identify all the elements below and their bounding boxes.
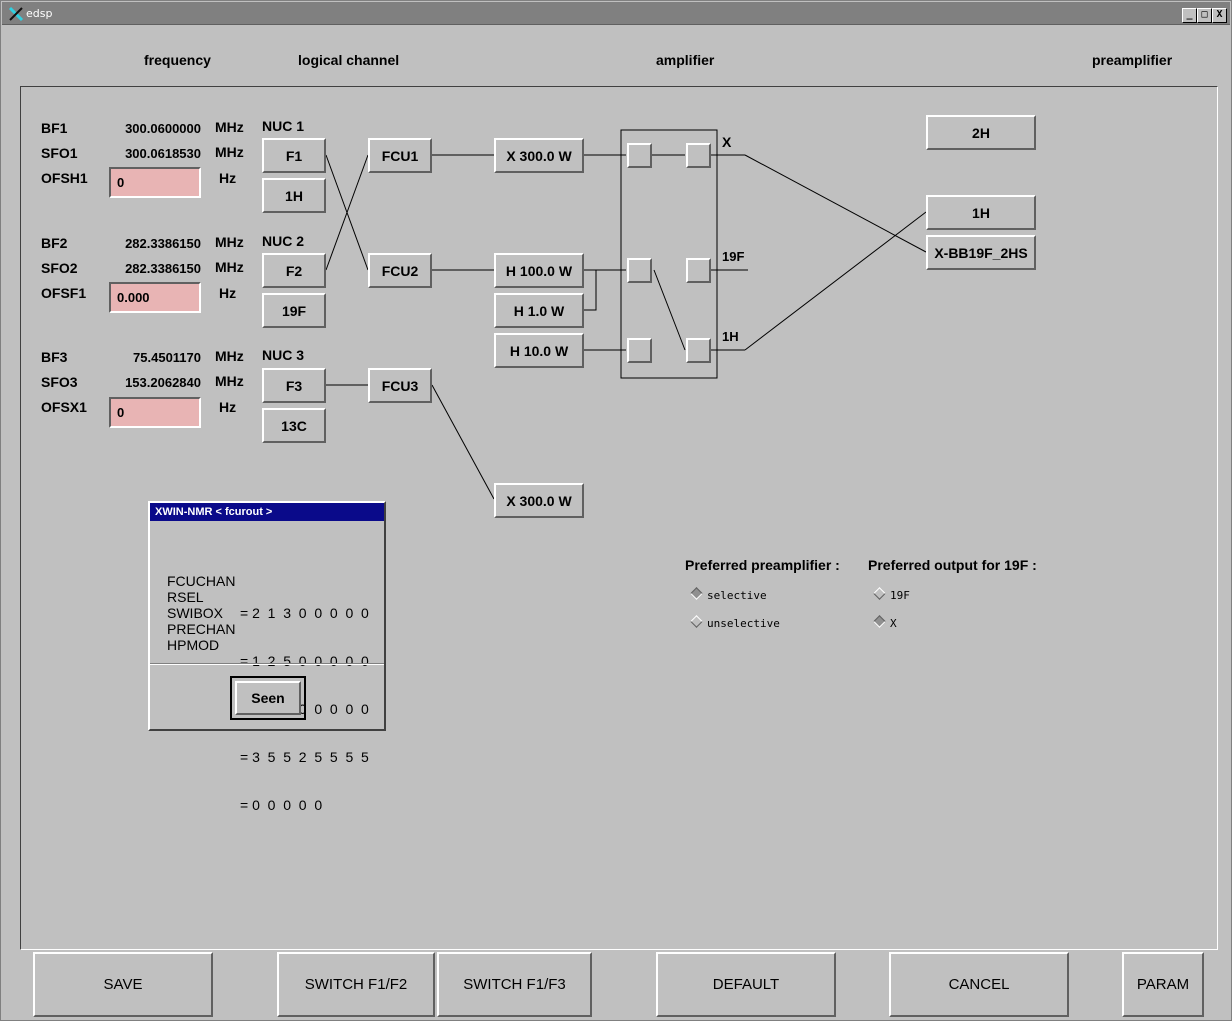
ofsf1-label: OFSF1 — [41, 285, 87, 301]
radio-19f-label: 19F — [890, 589, 910, 602]
seen-button[interactable]: Seen — [235, 681, 301, 715]
bf1-label: BF1 — [41, 120, 68, 136]
dialog-key: PRECHAN — [167, 621, 236, 637]
fcu1-button[interactable]: FCU1 — [368, 138, 432, 173]
radio-selected-icon — [873, 615, 886, 628]
amplifier-h-10w[interactable]: H 10.0 W — [494, 333, 584, 368]
router-output-19f: 19F — [722, 249, 745, 264]
ofsx1-unit: Hz — [219, 399, 237, 415]
radio-selective-label: selective — [707, 589, 767, 602]
nuc1-1h-button[interactable]: 1H — [262, 178, 326, 213]
dialog-key: HPMOD — [167, 637, 220, 653]
switch-f1-f2-button[interactable]: SWITCH F1/F2 — [277, 952, 435, 1017]
dialog-title: XWIN-NMR < fcurout > — [150, 503, 384, 521]
ofsf1-unit: Hz — [219, 285, 237, 301]
router-switch-out-1[interactable] — [686, 143, 711, 168]
preferred-output-label: Preferred output for 19F : — [868, 557, 1037, 573]
dialog-value: = 3 5 5 2 5 5 5 5 — [240, 749, 369, 765]
amplifier-x-300w[interactable]: X 300.0 W — [494, 138, 584, 173]
dialog-value: = 1 2 5 0 0 0 0 0 — [240, 653, 369, 669]
bf2-unit: MHz — [215, 234, 244, 250]
router-switch-in-3[interactable] — [627, 338, 652, 363]
f1-button[interactable]: F1 — [262, 138, 326, 173]
param-button[interactable]: PARAM — [1122, 952, 1204, 1017]
bf2-value: 282.3386150 — [125, 236, 201, 251]
nuc1-label: NUC 1 — [262, 118, 305, 134]
switch-f1-f3-button[interactable]: SWITCH F1/F3 — [437, 952, 592, 1017]
radio-unselected-icon — [690, 615, 703, 628]
fcu3-button[interactable]: FCU3 — [368, 368, 432, 403]
amplifier-h-100w[interactable]: H 100.0 W — [494, 253, 584, 288]
ofsx1-input[interactable]: 0 — [109, 397, 201, 428]
sfo2-value: 282.3386150 — [125, 261, 201, 276]
bf3-label: BF3 — [41, 349, 68, 365]
preamp-x-bb19f-2hs[interactable]: X-BB19F_2HS — [926, 235, 1036, 270]
router-switch-out-3[interactable] — [686, 338, 711, 363]
preamp-1h[interactable]: 1H — [926, 195, 1036, 230]
bf3-unit: MHz — [215, 348, 244, 364]
radio-unselected-icon — [873, 587, 886, 600]
radio-selected-icon — [690, 587, 703, 600]
dialog-key: RSEL — [167, 589, 204, 605]
radio-x-label: X — [890, 617, 897, 630]
sfo3-label: SFO3 — [41, 374, 78, 390]
bf3-value: 75.4501170 — [133, 350, 201, 365]
bf2-label: BF2 — [41, 235, 68, 251]
nuc3-label: NUC 3 — [262, 347, 305, 363]
dialog-value: = 0 0 0 0 0 — [240, 797, 323, 813]
fcu2-button[interactable]: FCU2 — [368, 253, 432, 288]
router-output-1h: 1H — [722, 329, 739, 344]
radio-selective[interactable]: selective — [690, 587, 767, 602]
save-button[interactable]: SAVE — [33, 952, 213, 1017]
cancel-button[interactable]: CANCEL — [889, 952, 1069, 1017]
sfo1-label: SFO1 — [41, 145, 78, 161]
nuc2-label: NUC 2 — [262, 233, 305, 249]
seen-button-frame: Seen — [230, 676, 306, 720]
radio-unselective-label: unselective — [707, 617, 780, 630]
nuc3-13c-button[interactable]: 13C — [262, 408, 326, 443]
default-button[interactable]: DEFAULT — [656, 952, 836, 1017]
sfo2-label: SFO2 — [41, 260, 78, 276]
dialog-separator — [150, 663, 384, 665]
sfo1-unit: MHz — [215, 144, 244, 160]
ofsf1-input[interactable]: 0.000 — [109, 282, 201, 313]
sfo3-value: 153.2062840 — [125, 375, 201, 390]
sfo3-unit: MHz — [215, 373, 244, 389]
bf1-value: 300.0600000 — [125, 121, 201, 136]
ofsh1-input[interactable]: 0 — [109, 167, 201, 198]
amplifier-x-300w-2[interactable]: X 300.0 W — [494, 483, 584, 518]
ofsh1-label: OFSH1 — [41, 170, 88, 186]
router-switch-in-2[interactable] — [627, 258, 652, 283]
dialog-value: = 2 1 3 0 0 0 0 0 — [240, 605, 369, 621]
dialog-key: SWIBOX — [167, 605, 224, 621]
preferred-preamp-label: Preferred preamplifier : — [685, 557, 840, 573]
sfo2-unit: MHz — [215, 259, 244, 275]
f2-button[interactable]: F2 — [262, 253, 326, 288]
radio-x[interactable]: X — [873, 615, 897, 630]
router-switch-in-1[interactable] — [627, 143, 652, 168]
nuc2-19f-button[interactable]: 19F — [262, 293, 326, 328]
radio-19f[interactable]: 19F — [873, 587, 910, 602]
radio-unselective[interactable]: unselective — [690, 615, 780, 630]
dialog-keys: FCUCHAN RSEL SWIBOX PRECHAN HPMOD — [167, 573, 235, 653]
f3-button[interactable]: F3 — [262, 368, 326, 403]
ofsx1-label: OFSX1 — [41, 399, 87, 415]
dialog-key: FCUCHAN — [167, 573, 236, 589]
router-switch-out-2[interactable] — [686, 258, 711, 283]
amplifier-h-1w[interactable]: H 1.0 W — [494, 293, 584, 328]
bf1-unit: MHz — [215, 119, 244, 135]
sfo1-value: 300.0618530 — [125, 146, 201, 161]
ofsh1-unit: Hz — [219, 170, 237, 186]
fcurout-dialog: XWIN-NMR < fcurout > FCUCHAN RSEL SWIBOX… — [148, 501, 386, 813]
preamp-2h[interactable]: 2H — [926, 115, 1036, 150]
router-output-x: X — [722, 134, 732, 150]
